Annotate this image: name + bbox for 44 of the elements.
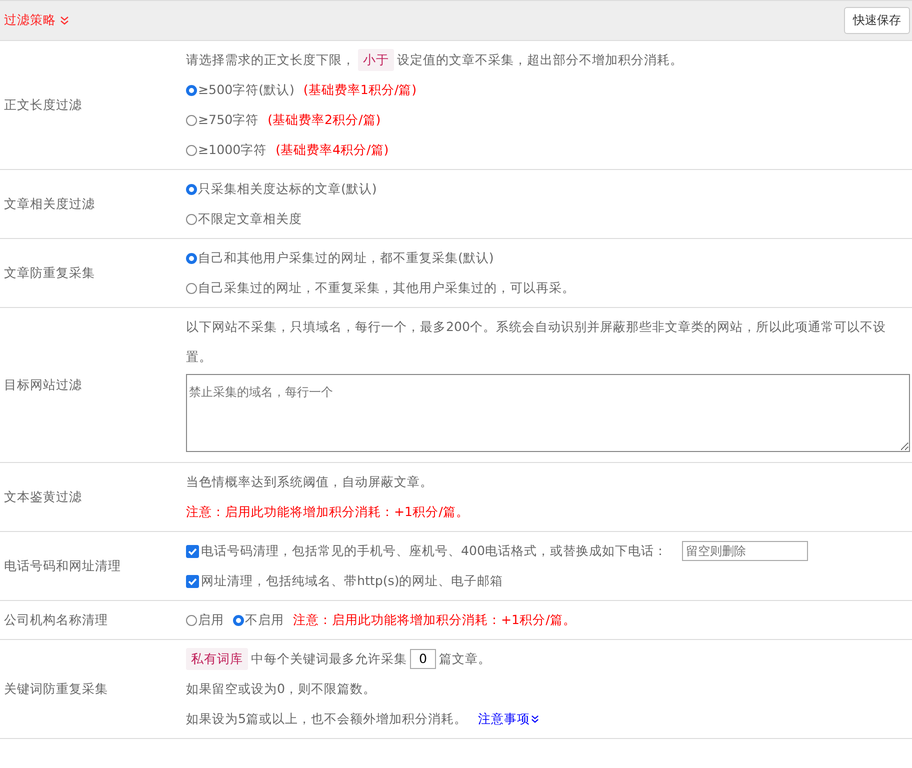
notice-text: (基础费率2积分/篇) bbox=[268, 111, 381, 129]
notice-text: 注意：启用此功能将增加积分消耗：+1积分/篇。 bbox=[186, 503, 469, 521]
radio-option[interactable]: ≥750字符 bbox=[186, 105, 259, 135]
notice-text: 注意：启用此功能将增加积分消耗：+1积分/篇。 bbox=[293, 611, 576, 629]
row-label: 文本鉴黄过滤 bbox=[3, 488, 83, 506]
section-title[interactable]: 过滤策略 bbox=[4, 12, 56, 29]
checkbox-option[interactable]: 电话号码清理，包括常见的手机号、座机号、400电话格式，或替换成如下电话： bbox=[186, 536, 668, 566]
row-label: 文章防重复采集 bbox=[3, 264, 96, 282]
row-label: 关键词防重复采集 bbox=[3, 680, 109, 698]
count-input-field[interactable]: 0 bbox=[410, 649, 436, 669]
check-icon bbox=[187, 546, 198, 556]
highlight-tag: 私有词库 bbox=[186, 648, 248, 670]
radio-option[interactable]: ≥1000字符 bbox=[186, 135, 267, 165]
radio-option[interactable]: 自己采集过的网址，不重复采集，其他用户采集过的，可以再采。 bbox=[186, 273, 575, 303]
notes-link[interactable]: 注意事项 bbox=[478, 704, 540, 734]
check-icon bbox=[187, 576, 198, 586]
double-chevron-down-icon bbox=[531, 715, 540, 723]
description-text: 以下网站不采集，只填域名，每行一个，最多200个。系统会自动识别并屏蔽那些非文章类的网站，所以此项通常可以不设置。 bbox=[186, 318, 888, 366]
description-text: 篇文章。 bbox=[439, 650, 491, 668]
phone-input-field[interactable]: 留空则删除 bbox=[682, 541, 808, 561]
quick-save-button[interactable]: 快速保存 bbox=[844, 7, 910, 34]
row-label: 电话号码和网址清理 bbox=[3, 558, 122, 574]
notice-text: (基础费率1积分/篇) bbox=[303, 81, 417, 99]
radio-option[interactable]: 不限定文章相关度 bbox=[186, 204, 302, 234]
checkbox-option[interactable]: 网址清理，包括纯域名、带http(s)的网址、电子邮箱 bbox=[186, 566, 504, 596]
description-text: 中每个关键词最多允许采集 bbox=[251, 650, 407, 668]
radio-option[interactable]: 只采集相关度达标的文章(默认) bbox=[186, 174, 377, 204]
description-text: 当色情概率达到系统阈值，自动屏蔽文章。 bbox=[186, 473, 433, 491]
row-label: 公司机构名称清理 bbox=[3, 612, 109, 628]
description-text: 如果留空或设为0，则不限篇数。 bbox=[186, 680, 376, 698]
double-chevron-down-icon bbox=[60, 16, 69, 25]
highlight-tag: 小于 bbox=[358, 49, 394, 71]
description-text: 设定值的文章不采集，超出部分不增加积分消耗。 bbox=[397, 51, 683, 69]
description-text: 请选择需求的正文长度下限， bbox=[186, 51, 355, 69]
notice-text: (基础费率4积分/篇) bbox=[276, 141, 389, 159]
radio-option[interactable]: ≥500字符(默认) bbox=[186, 75, 294, 105]
row-label: 目标网站过滤 bbox=[3, 376, 83, 394]
row-label: 正文长度过滤 bbox=[3, 96, 83, 114]
description-text: 如果设为5篇或以上，也不会额外增加积分消耗。 bbox=[186, 710, 468, 728]
domain-textarea[interactable]: 禁止采集的域名，每行一个 bbox=[186, 374, 910, 452]
radio-option[interactable]: 自己和其他用户采集过的网址，都不重复采集(默认) bbox=[186, 243, 494, 273]
row-label: 文章相关度过滤 bbox=[3, 196, 96, 212]
radio-option[interactable]: 启用 bbox=[186, 605, 224, 635]
radio-option[interactable]: 不启用 bbox=[233, 605, 284, 635]
